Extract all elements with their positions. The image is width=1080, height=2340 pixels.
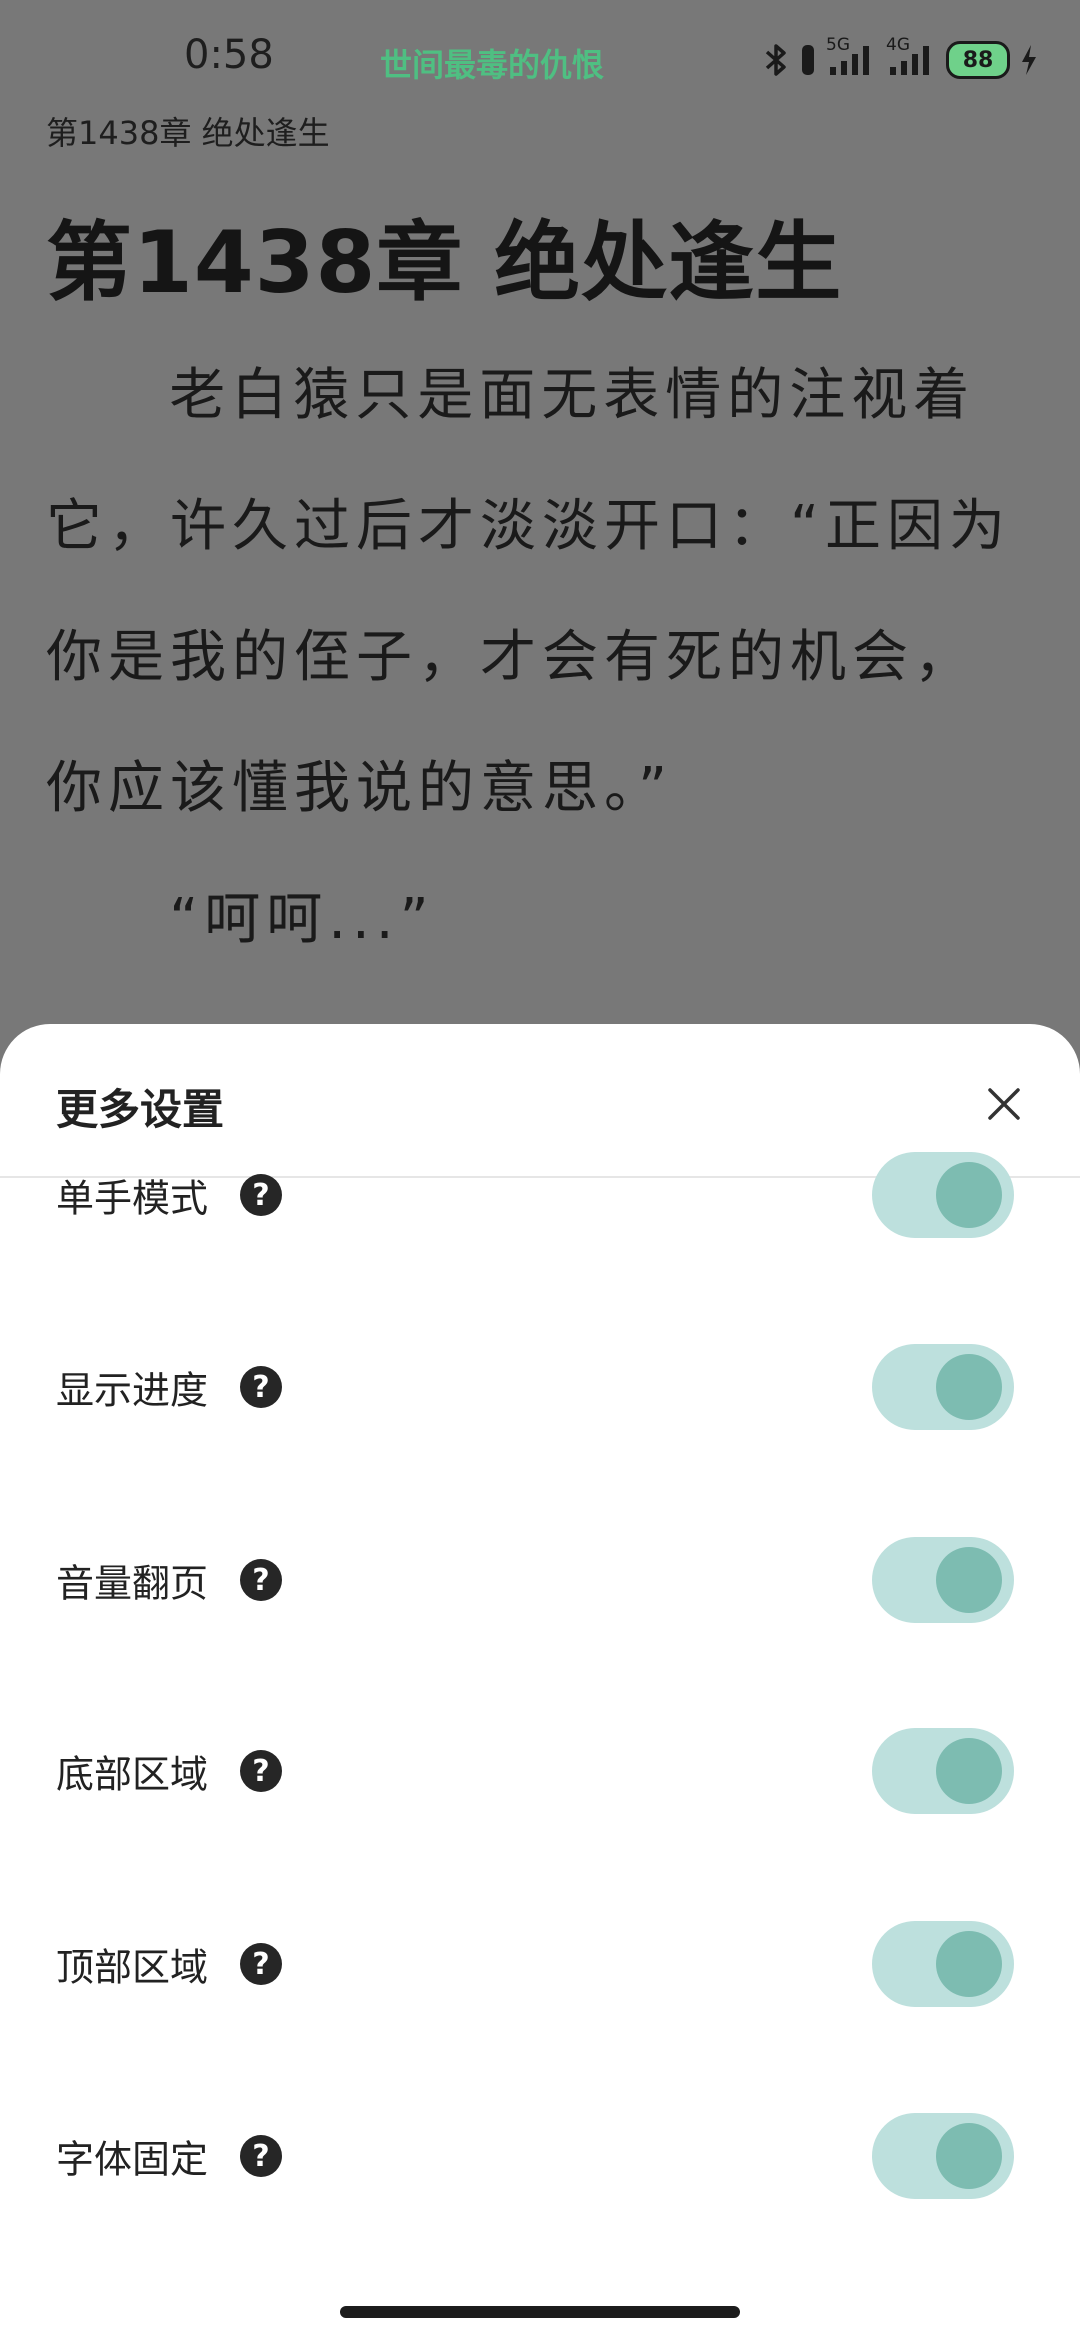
more-settings-sheet: 更多设置 单手模式 ? 显示进度 ? 音量翻页 ? 底部区域 ? 顶部区域 ? … — [0, 1024, 1080, 2340]
setting-label: 显示进度 — [56, 1368, 209, 1413]
status-icons: 5G 4G 88 — [764, 35, 1038, 82]
screen: 0:58 世间最毒的仇恨 5G 4G 88 第1438章 绝处逢生 第1438章… — [0, 0, 1080, 2340]
setting-row-bottom-area: 底部区域 ? — [0, 1716, 1080, 1826]
setting-label: 底部区域 — [56, 1752, 209, 1797]
close-button[interactable] — [968, 1068, 1040, 1140]
setting-row-top-area: 顶部区域 ? — [0, 1909, 1080, 2019]
sheet-title: 更多设置 — [56, 1085, 225, 1134]
toggle-knob — [936, 1738, 1002, 1804]
paragraph: “呵呵...” — [169, 887, 435, 952]
charging-icon — [1020, 44, 1038, 76]
network-label-5g: 5G — [826, 35, 850, 55]
toggle-switch[interactable] — [872, 1152, 1014, 1238]
toggle-switch[interactable] — [872, 1537, 1014, 1623]
bluetooth-icon — [764, 43, 790, 77]
help-icon[interactable]: ? — [240, 1174, 282, 1216]
toggle-knob — [936, 1547, 1002, 1613]
setting-row-volume-page-turn: 音量翻页 ? — [0, 1525, 1080, 1635]
help-icon[interactable]: ? — [240, 1750, 282, 1792]
setting-row-one-hand-mode: 单手模式 ? — [0, 1140, 1080, 1250]
help-icon[interactable]: ? — [240, 1366, 282, 1408]
help-icon[interactable]: ? — [240, 1943, 282, 1985]
home-indicator[interactable] — [340, 2306, 740, 2318]
status-book-title: 世间最毒的仇恨 — [380, 46, 605, 84]
toggle-knob — [936, 1931, 1002, 1997]
toggle-switch[interactable] — [872, 1728, 1014, 1814]
setting-label: 顶部区域 — [56, 1945, 209, 1990]
setting-row-font-fixed: 字体固定 ? — [0, 2101, 1080, 2211]
signal-5g-icon: 5G — [826, 35, 876, 77]
toggle-switch[interactable] — [872, 1344, 1014, 1430]
network-label-4g: 4G — [886, 35, 910, 55]
setting-label: 字体固定 — [56, 2137, 209, 2182]
setting-label: 音量翻页 — [56, 1561, 209, 1606]
toggle-knob — [936, 1354, 1002, 1420]
chapter-body: 老白猿只是面无表情的注视着它，许久过后才淡淡开口：“正因为你是我的侄子，才会有死… — [46, 330, 1036, 985]
toggle-knob — [936, 1162, 1002, 1228]
status-bar: 0:58 世间最毒的仇恨 5G 4G 88 — [0, 0, 1080, 118]
close-icon — [988, 1088, 1020, 1120]
chapter-title: 第1438章 绝处逢生 — [46, 213, 843, 313]
help-icon[interactable]: ? — [240, 1559, 282, 1601]
chapter-header: 第1438章 绝处逢生 — [46, 114, 330, 152]
toggle-switch[interactable] — [872, 1921, 1014, 2007]
setting-row-show-progress: 显示进度 ? — [0, 1332, 1080, 1442]
signal-4g-icon: 4G — [886, 35, 936, 77]
vibrate-icon — [800, 43, 816, 77]
status-time: 0:58 — [184, 32, 274, 78]
toggle-knob — [936, 2123, 1002, 2189]
paragraph: 老白猿只是面无表情的注视着它，许久过后才淡淡开口：“正因为你是我的侄子，才会有死… — [46, 363, 1012, 821]
toggle-switch[interactable] — [872, 2113, 1014, 2199]
help-icon[interactable]: ? — [240, 2135, 282, 2177]
battery-icon: 88 — [946, 41, 1010, 79]
setting-label: 单手模式 — [56, 1176, 209, 1221]
